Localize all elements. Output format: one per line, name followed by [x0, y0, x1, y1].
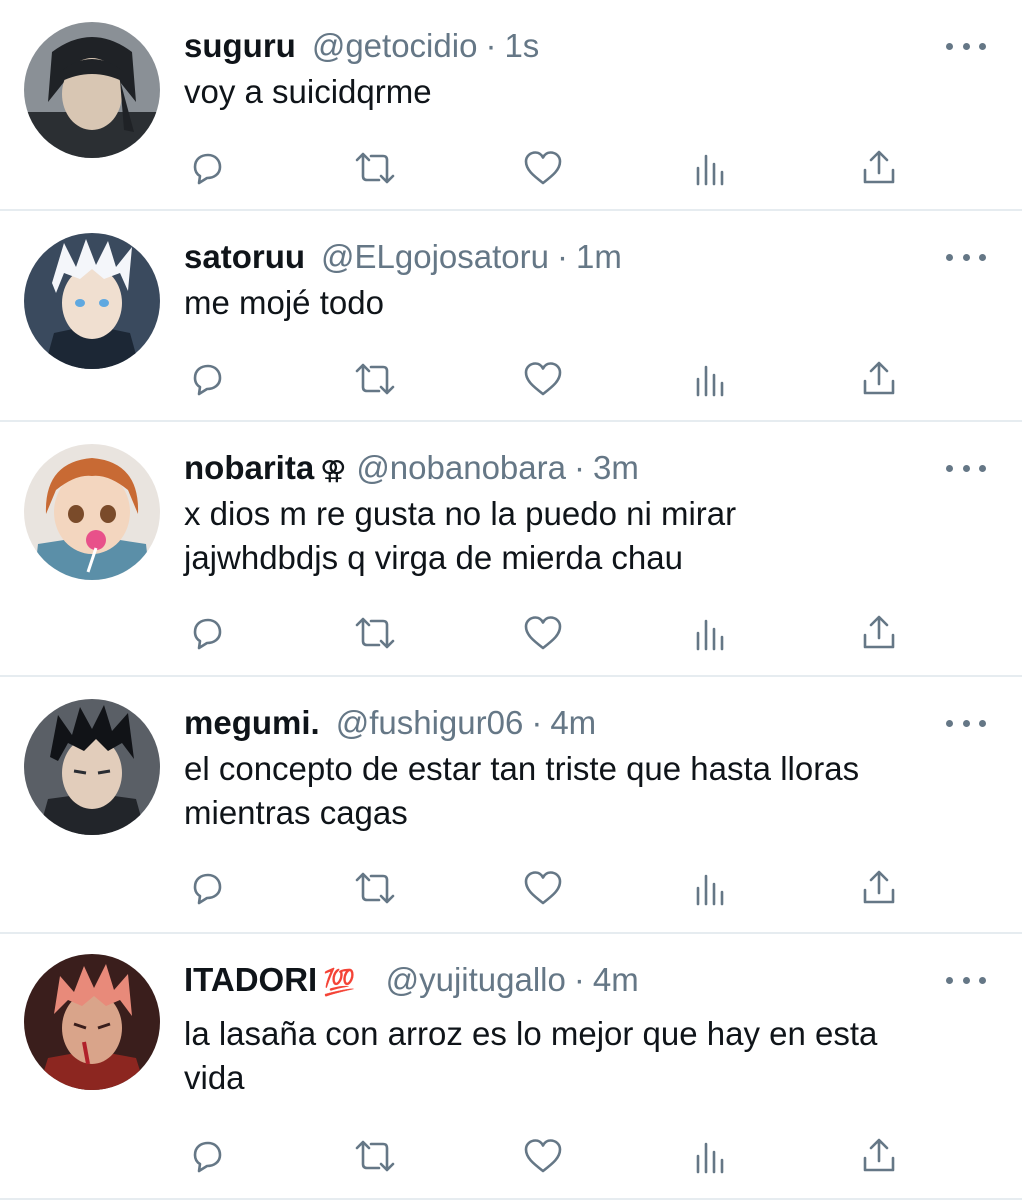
like-icon[interactable]: [520, 357, 566, 401]
tweet[interactable]: nobarita ⚢ @nobanobara · 3m x dios m re gust…: [0, 422, 1022, 677]
analytics-icon[interactable]: [688, 146, 734, 190]
avatar[interactable]: [24, 699, 160, 835]
timestamp[interactable]: 1s: [504, 27, 539, 64]
timestamp[interactable]: 4m: [593, 961, 639, 998]
reply-icon[interactable]: [184, 1134, 230, 1178]
tweet-text-line: voy a suicidqrme: [184, 73, 432, 110]
like-icon[interactable]: [520, 146, 566, 190]
analytics-icon[interactable]: [688, 611, 734, 655]
timeline-feed: suguru@getocidio·1s voy a suicidqrme: [0, 0, 1022, 1200]
tweet-header: nobarita ⚢ @nobanobara · 3m: [184, 448, 639, 488]
tweet-header: suguru @getocidio · 1s: [184, 26, 539, 66]
tweet-header: satoruu @ELgojosatoru · 1m: [184, 237, 622, 277]
separator-dot: ·: [573, 961, 585, 998]
reply-icon[interactable]: [184, 146, 230, 190]
more-options-icon[interactable]: [946, 247, 986, 267]
tweet-text: el concepto de estar tan triste que hast…: [184, 747, 994, 835]
like-icon[interactable]: [520, 1134, 566, 1178]
timestamp[interactable]: 1m: [576, 238, 622, 275]
tweet-header: ITADORI 💯 @yujitugallo · 4m: [184, 960, 639, 1000]
tweet-text-line: jajwhdbdjs q virga de mierda chau: [184, 539, 683, 576]
avatar[interactable]: [24, 233, 160, 369]
more-options-icon[interactable]: [946, 458, 986, 478]
display-name[interactable]: megumi.: [184, 704, 320, 741]
tweet-text: la lasaña con arroz es lo mejor que hay …: [184, 1012, 994, 1100]
tweet-actions: [184, 866, 904, 910]
more-options-icon[interactable]: [946, 970, 986, 990]
reply-icon[interactable]: [184, 611, 230, 655]
retweet-icon[interactable]: [352, 146, 398, 190]
separator-dot: ·: [531, 704, 543, 741]
name-badge: 💯: [323, 967, 356, 997]
display-name[interactable]: nobarita: [184, 449, 314, 486]
tweet-text-line: vida: [184, 1059, 245, 1096]
avatar[interactable]: [24, 954, 160, 1090]
user-handle[interactable]: @getocidio: [312, 27, 478, 64]
share-icon[interactable]: [856, 146, 902, 190]
avatar[interactable]: [24, 22, 160, 158]
analytics-icon[interactable]: [688, 866, 734, 910]
tweet-text-line: me mojé todo: [184, 284, 384, 321]
analytics-icon[interactable]: [688, 1134, 734, 1178]
display-name[interactable]: ITADORI: [184, 961, 317, 998]
user-handle[interactable]: @yujitugallo: [386, 961, 566, 998]
timestamp[interactable]: 4m: [550, 704, 596, 741]
like-icon[interactable]: [520, 866, 566, 910]
share-icon[interactable]: [856, 1134, 902, 1178]
tweet-actions: [184, 146, 904, 190]
tweet-text-line: x dios m re gusta no la puedo ni mirar: [184, 495, 737, 532]
tweet-actions: [184, 1134, 904, 1178]
tweet[interactable]: suguru @getocidio · 1s voy a suicidqrme: [0, 0, 1022, 211]
name-badge: ⚢: [320, 455, 347, 485]
reply-icon[interactable]: [184, 357, 230, 401]
tweet-text: me mojé todo: [184, 281, 994, 325]
tweet[interactable]: ITADORI 💯 @yujitugallo · 4m la lasaña con ar…: [0, 934, 1022, 1200]
reply-icon[interactable]: [184, 866, 230, 910]
user-handle[interactable]: @ELgojosatoru: [321, 238, 549, 275]
separator-dot: ·: [557, 238, 568, 275]
tweet[interactable]: satoruu @ELgojosatoru · 1m me mojé todo: [0, 211, 1022, 422]
retweet-icon[interactable]: [352, 611, 398, 655]
user-handle[interactable]: @fushigur06: [336, 704, 524, 741]
avatar[interactable]: [24, 444, 160, 580]
more-options-icon[interactable]: [946, 36, 986, 56]
tweet[interactable]: megumi. @fushigur06 · 4m el concepto de est…: [0, 677, 1022, 934]
user-handle[interactable]: @nobanobara: [356, 449, 566, 486]
display-name[interactable]: suguru: [184, 27, 296, 64]
like-icon[interactable]: [520, 611, 566, 655]
tweet-text-line: la lasaña con arroz es lo mejor que hay …: [184, 1015, 878, 1052]
tweet-actions: [184, 611, 904, 655]
timestamp[interactable]: 3m: [593, 449, 639, 486]
analytics-icon[interactable]: [688, 357, 734, 401]
separator-dot: ·: [573, 449, 585, 486]
share-icon[interactable]: [856, 357, 902, 401]
tweet-text: voy a suicidqrme: [184, 70, 994, 114]
share-icon[interactable]: [856, 866, 902, 910]
display-name[interactable]: satoruu: [184, 238, 305, 275]
tweet-text: x dios m re gusta no la puedo ni mirar j…: [184, 492, 994, 580]
retweet-icon[interactable]: [352, 357, 398, 401]
retweet-icon[interactable]: [352, 866, 398, 910]
retweet-icon[interactable]: [352, 1134, 398, 1178]
tweet-text-line: el concepto de estar tan triste que hast…: [184, 750, 860, 787]
share-icon[interactable]: [856, 611, 902, 655]
tweet-header: megumi. @fushigur06 · 4m: [184, 703, 596, 743]
tweet-text-line: mientras cagas: [184, 794, 408, 831]
separator-dot: ·: [485, 27, 497, 64]
tweet-actions: [184, 357, 904, 401]
more-options-icon[interactable]: [946, 713, 986, 733]
